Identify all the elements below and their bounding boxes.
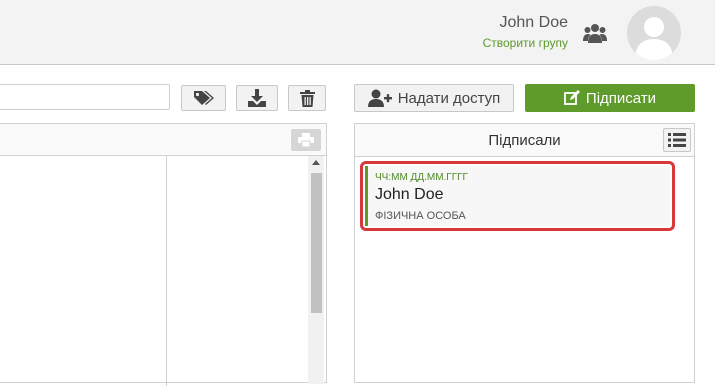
print-button[interactable] <box>291 129 321 151</box>
create-group-link[interactable]: Створити групу <box>483 36 568 50</box>
signer-card-body: ЧЧ:ММ ДД.ММ.ГГГГ John Doe ФІЗИЧНА ОСОБА <box>365 166 670 226</box>
document-viewer-header <box>0 124 326 156</box>
download-icon <box>248 89 266 107</box>
edit-icon <box>564 90 580 105</box>
signer-timestamp: ЧЧ:ММ ДД.ММ.ГГГГ <box>375 172 468 183</box>
avatar[interactable] <box>627 6 681 60</box>
sign-label: Підписати <box>585 89 657 107</box>
tags-icon <box>193 91 214 105</box>
document-viewer <box>0 123 327 386</box>
scroll-up-arrow-icon[interactable] <box>312 160 320 165</box>
signers-header: Підписали <box>355 124 694 157</box>
page-edge <box>166 156 167 386</box>
avatar-silhouette-icon <box>635 17 673 60</box>
top-bar: John Doe Створити групу <box>0 0 715 65</box>
user-name: John Doe <box>499 14 569 31</box>
signer-type: ФІЗИЧНА ОСОБА <box>375 210 466 222</box>
tag-button[interactable] <box>181 85 226 111</box>
signers-title: Підписали <box>488 132 561 149</box>
document-scrollbar[interactable] <box>308 156 324 384</box>
search-input[interactable] <box>0 84 170 110</box>
trash-icon <box>299 89 315 107</box>
delete-button[interactable] <box>288 85 326 111</box>
list-view-button[interactable] <box>663 128 691 152</box>
add-user-icon <box>367 89 392 107</box>
list-icon <box>668 133 686 147</box>
download-button[interactable] <box>236 85 278 111</box>
signer-card[interactable]: ЧЧ:ММ ДД.ММ.ГГГГ John Doe ФІЗИЧНА ОСОБА <box>360 161 675 231</box>
scroll-thumb[interactable] <box>311 173 322 313</box>
signers-panel: Підписали ЧЧ:ММ ДД.ММ.ГГГГ John Doe ФІЗИ… <box>354 123 695 383</box>
share-access-button[interactable]: Надати доступ <box>354 84 514 112</box>
group-icon[interactable] <box>583 23 607 45</box>
print-icon <box>298 133 314 147</box>
share-access-label: Надати доступ <box>397 89 501 107</box>
sign-button[interactable]: Підписати <box>525 84 695 112</box>
signer-name: John Doe <box>375 186 444 203</box>
